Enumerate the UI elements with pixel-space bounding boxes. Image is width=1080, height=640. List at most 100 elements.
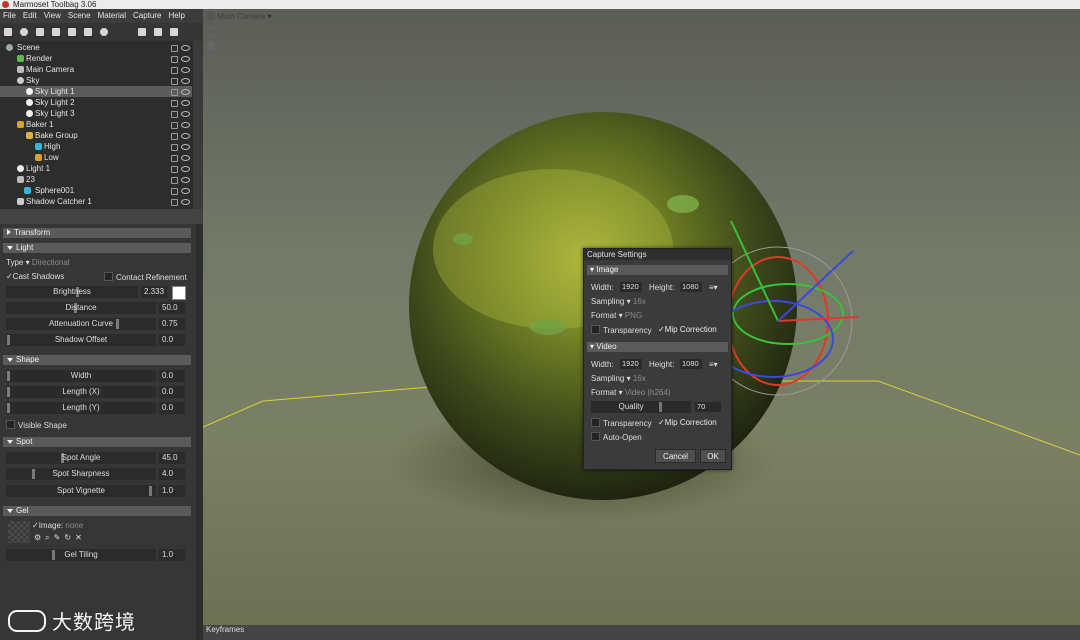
add-sky-icon[interactable]: [100, 28, 108, 36]
reload-icon[interactable]: ↻: [64, 533, 75, 542]
outliner-item-23[interactable]: 23: [0, 174, 192, 185]
visibility-eye-icon[interactable]: [181, 89, 190, 95]
lock-icon[interactable]: [171, 78, 178, 85]
lock-icon[interactable]: [171, 133, 178, 140]
add-shadow-catcher-icon[interactable]: [84, 28, 92, 36]
section-spot[interactable]: Spot: [3, 437, 191, 447]
section-transform[interactable]: Transform: [3, 228, 191, 238]
visibility-eye-icon[interactable]: [181, 199, 190, 205]
outliner-item-baker-1[interactable]: Baker 1: [0, 119, 192, 130]
video-sampling-dropdown[interactable]: Sampling ▾ 16x: [591, 374, 646, 383]
cast-shadows-checkbox[interactable]: ✓Cast Shadows: [6, 272, 64, 281]
slider-knob[interactable]: [7, 403, 10, 413]
menu-help[interactable]: Help: [169, 9, 185, 23]
camera-selector[interactable]: Main Camera ▾: [207, 12, 272, 21]
gel-tiling-value[interactable]: 1.0: [159, 549, 185, 561]
spot-sharpness-value[interactable]: 4.0: [159, 468, 185, 480]
quality-value[interactable]: 70: [695, 402, 721, 412]
distance-value[interactable]: 50.0: [159, 302, 185, 314]
video-format-dropdown[interactable]: Format ▾ Video (h264): [591, 388, 671, 397]
settings-gear-icon[interactable]: ⚙: [34, 533, 45, 542]
visibility-eye-icon[interactable]: [181, 100, 190, 106]
visibility-eye-icon[interactable]: [181, 45, 190, 51]
image-sampling-dropdown[interactable]: Sampling ▾ 16x: [591, 297, 646, 306]
attenuation-curve-value[interactable]: 0.75: [159, 318, 185, 330]
length-x-slider[interactable]: Length (X): [6, 386, 156, 398]
section-light[interactable]: Light: [3, 243, 191, 253]
outliner-item-sphere001[interactable]: Sphere001: [0, 185, 192, 196]
width-value[interactable]: 0.0: [159, 370, 185, 382]
image-width-input[interactable]: 1920: [620, 282, 642, 292]
lock-icon[interactable]: [171, 155, 178, 162]
lock-icon[interactable]: [171, 177, 178, 184]
lock-icon[interactable]: [171, 89, 178, 96]
dialog-title[interactable]: Capture Settings: [584, 249, 731, 260]
slider-knob[interactable]: [7, 371, 10, 381]
menu-capture[interactable]: Capture: [133, 9, 161, 23]
menu-view[interactable]: View: [44, 9, 61, 23]
outliner-item-shadow-catcher-1[interactable]: Shadow Catcher 1: [0, 196, 192, 207]
auto-open-checkbox[interactable]: Auto-Open: [591, 432, 642, 442]
visible-shape-checkbox[interactable]: Visible Shape: [6, 420, 67, 430]
lock-icon[interactable]: [171, 166, 178, 173]
menu-material[interactable]: Material: [98, 9, 126, 23]
image-format-dropdown[interactable]: Format ▾ PNG: [591, 311, 642, 320]
ok-button[interactable]: OK: [700, 449, 726, 463]
panel-splitter[interactable]: [0, 209, 203, 224]
brightness-slider[interactable]: Brightness: [6, 286, 138, 298]
lock-icon[interactable]: [171, 188, 178, 195]
visibility-eye-icon[interactable]: [181, 56, 190, 62]
menu-scene[interactable]: Scene: [68, 9, 91, 23]
menu-file[interactable]: File: [3, 9, 16, 23]
video-section-header[interactable]: ▾ Video: [587, 342, 728, 352]
image-transparency-checkbox[interactable]: Transparency: [591, 325, 652, 335]
visibility-eye-icon[interactable]: [181, 144, 190, 150]
slider-knob[interactable]: [116, 319, 119, 329]
slider-knob[interactable]: [32, 469, 35, 479]
visibility-eye-icon[interactable]: [181, 133, 190, 139]
spot-vignette-value[interactable]: 1.0: [159, 485, 185, 497]
outliner-item-bake-group[interactable]: Bake Group: [0, 130, 192, 141]
contact-refinement-checkbox[interactable]: Contact Refinement: [104, 272, 187, 282]
lock-icon[interactable]: [171, 100, 178, 107]
visibility-eye-icon[interactable]: [181, 122, 190, 128]
slider-knob[interactable]: [7, 335, 10, 345]
visibility-eye-icon[interactable]: [181, 78, 190, 84]
length-y-value[interactable]: 0.0: [159, 402, 185, 414]
distance-slider[interactable]: Distance: [6, 302, 156, 314]
add-camera-icon[interactable]: [36, 28, 44, 36]
search-icon[interactable]: ⌕: [45, 533, 53, 542]
outliner-item-sky-light-1[interactable]: Sky Light 1: [0, 86, 192, 97]
outliner-item-sky-light-3[interactable]: Sky Light 3: [0, 108, 192, 119]
slider-knob[interactable]: [149, 486, 152, 496]
add-baker-icon[interactable]: [52, 28, 60, 36]
shadow-offset-value[interactable]: 0.0: [159, 334, 185, 346]
lock-icon[interactable]: [171, 56, 178, 63]
add-mesh-icon[interactable]: [4, 28, 12, 36]
viewport-tool-icon[interactable]: [207, 42, 215, 50]
outliner-item-sky[interactable]: Sky: [0, 75, 192, 86]
video-transparency-checkbox[interactable]: Transparency: [591, 418, 652, 428]
outliner-item-scene[interactable]: Scene: [0, 42, 192, 53]
visibility-eye-icon[interactable]: [181, 67, 190, 73]
delete-icon[interactable]: [170, 28, 178, 36]
lock-icon[interactable]: [171, 199, 178, 206]
outliner-item-low[interactable]: Low: [0, 152, 192, 163]
visibility-eye-icon[interactable]: [181, 166, 190, 172]
image-height-input[interactable]: 1080: [680, 282, 702, 292]
spot-angle-slider[interactable]: Spot Angle: [6, 452, 156, 464]
section-gel[interactable]: Gel: [3, 506, 191, 516]
new-folder-icon[interactable]: [138, 28, 146, 36]
visibility-eye-icon[interactable]: [181, 177, 190, 183]
slider-knob[interactable]: [7, 387, 10, 397]
slider-knob[interactable]: [52, 550, 55, 560]
properties-scrollbar[interactable]: [196, 224, 203, 640]
video-mip-correction-checkbox[interactable]: ✓Mip Correction: [658, 418, 717, 427]
preset-menu-icon[interactable]: ≡▾: [709, 283, 718, 292]
length-x-value[interactable]: 0.0: [159, 386, 185, 398]
lock-icon[interactable]: [171, 111, 178, 118]
visibility-eye-icon[interactable]: [181, 111, 190, 117]
gel-tiling-slider[interactable]: Gel Tiling: [6, 549, 156, 561]
brightness-color-swatch[interactable]: [172, 286, 186, 300]
outliner-item-render[interactable]: Render: [0, 53, 192, 64]
